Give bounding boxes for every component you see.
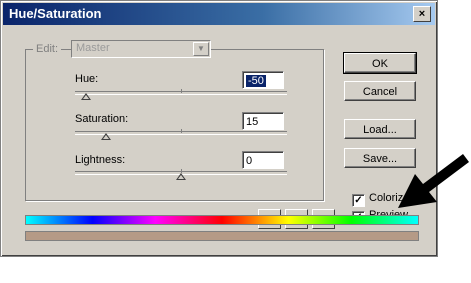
saturation-field[interactable]: 15	[242, 112, 284, 130]
lightness-label: Lightness:	[75, 154, 126, 166]
hue-saturation-dialog: Hue/Saturation × Edit: Master ▼ Hue: -50…	[0, 0, 438, 257]
hue-field[interactable]: -50	[242, 71, 284, 89]
hue-center-tick	[181, 89, 182, 93]
load-button[interactable]: Load...	[344, 119, 416, 139]
window-title: Hue/Saturation	[9, 6, 102, 21]
black-arrow-icon	[398, 154, 469, 208]
close-button[interactable]: ×	[413, 6, 431, 22]
saturation-slider-thumb[interactable]	[101, 133, 111, 140]
title-bar[interactable]: Hue/Saturation ×	[3, 3, 435, 25]
saturation-value: 15	[246, 116, 259, 128]
adjusted-color-bar	[25, 231, 419, 241]
hue-value: -50	[246, 75, 266, 87]
saturation-center-tick	[181, 129, 182, 133]
lightness-field[interactable]: 0	[242, 151, 284, 169]
edit-label: Edit:	[33, 43, 62, 55]
hue-slider-track[interactable]	[75, 89, 287, 95]
hue-slider-thumb[interactable]	[81, 93, 91, 100]
cancel-button[interactable]: Cancel	[344, 81, 416, 101]
lightness-value: 0	[246, 155, 253, 167]
spectrum-bar	[25, 215, 419, 225]
hue-label: Hue:	[75, 73, 99, 85]
lightness-slider-thumb[interactable]	[176, 173, 186, 180]
edit-selected: Master	[76, 42, 110, 54]
chevron-down-icon[interactable]: ▼	[193, 42, 209, 56]
ok-button[interactable]: OK	[343, 52, 417, 74]
colorize-checkbox[interactable]: ✓	[352, 194, 365, 207]
saturation-label: Saturation:	[75, 113, 129, 125]
edit-dropdown[interactable]: Master ▼	[71, 40, 211, 58]
